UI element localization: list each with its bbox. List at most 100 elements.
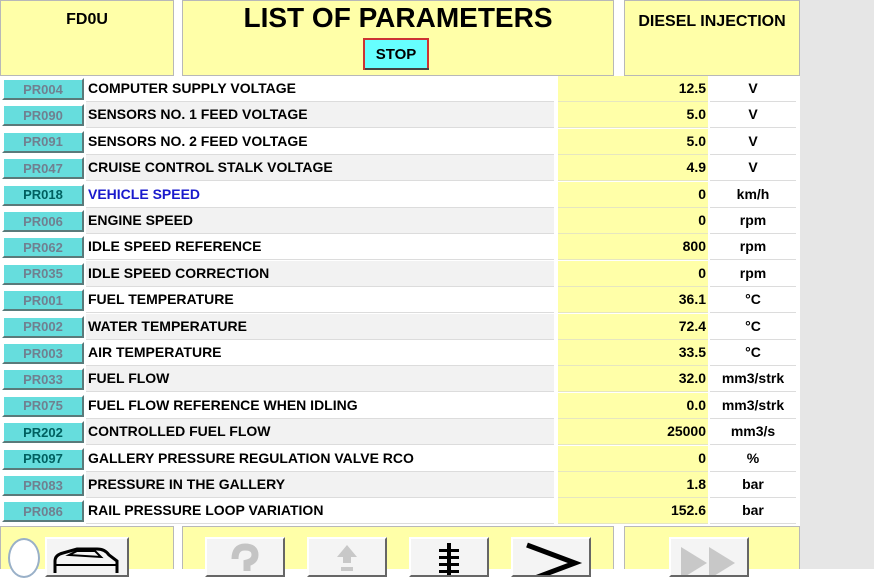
parameter-code-button[interactable]: PR091 — [2, 130, 84, 153]
parameter-label: FUEL FLOW REFERENCE WHEN IDLING — [86, 392, 554, 419]
list-icon — [439, 543, 459, 575]
page-title: LIST OF PARAMETERS — [243, 2, 553, 33]
parameter-label: IDLE SPEED REFERENCE — [86, 234, 554, 261]
vehicle-button[interactable] — [45, 537, 129, 577]
parameter-label: GALLERY PRESSURE REGULATION VALVE RCO — [86, 445, 554, 472]
arrow-up-icon — [337, 545, 357, 571]
parameter-unit: rpm — [710, 208, 796, 234]
parameter-label: SENSORS NO. 1 FEED VOLTAGE — [86, 102, 554, 129]
parameter-code-button[interactable]: PR002 — [2, 315, 84, 338]
scroll-up-button[interactable] — [307, 537, 387, 577]
parameter-list-button[interactable] — [409, 537, 489, 577]
parameter-code-button[interactable]: PR086 — [2, 500, 84, 523]
parameter-value: 25000 — [558, 419, 708, 446]
ecu-code-panel: FD0U — [0, 0, 174, 76]
parameter-unit: % — [710, 445, 796, 472]
parameter-code-button[interactable]: PR035 — [2, 262, 84, 285]
parameter-row: PR075 FUEL FLOW REFERENCE WHEN IDLING 0.0 m… — [0, 392, 800, 419]
parameter-code-button[interactable]: PR033 — [2, 368, 84, 391]
parameter-label: PRESSURE IN THE GALLERY — [86, 472, 554, 498]
parameter-value: 4.9 — [558, 155, 708, 182]
parameter-value: 800 — [558, 234, 708, 261]
parameter-label: RAIL PRESSURE LOOP VARIATION — [86, 498, 554, 525]
parameter-label: FUEL FLOW — [86, 366, 554, 393]
parameter-code-button[interactable]: PR062 — [2, 236, 84, 259]
parameter-unit: km/h — [710, 181, 796, 208]
footer-right-panel — [624, 526, 800, 577]
stop-button[interactable]: STOP — [363, 38, 429, 70]
next-button[interactable] — [511, 537, 591, 577]
parameter-value: 32.0 — [558, 366, 708, 393]
parameter-code-button[interactable]: PR097 — [2, 447, 84, 470]
next-icon — [526, 542, 583, 575]
parameter-row: PR018 VEHICLE SPEED 0 km/h — [0, 181, 800, 208]
parameter-row: PR090 SENSORS NO. 1 FEED VOLTAGE 5.0 V — [0, 102, 800, 129]
parameter-value: 5.0 — [558, 128, 708, 155]
parameter-code-button[interactable]: PR018 — [2, 183, 84, 206]
parameter-label: CRUISE CONTROL STALK VOLTAGE — [86, 155, 554, 182]
parameter-value: 0.0 — [558, 392, 708, 419]
parameter-row: PR033 FUEL FLOW 32.0 mm3/strk — [0, 366, 800, 393]
parameter-unit: V — [710, 155, 796, 182]
parameter-code-button[interactable]: PR083 — [2, 474, 84, 496]
parameter-row: PR202 CONTROLLED FUEL FLOW 25000 mm3/s — [0, 419, 800, 446]
fast-forward-icon — [681, 547, 735, 575]
parameter-value: 5.0 — [558, 102, 708, 129]
parameter-value: 36.1 — [558, 287, 708, 314]
parameter-label: COMPUTER SUPPLY VOLTAGE — [86, 76, 554, 102]
parameter-unit: mm3/strk — [710, 366, 796, 393]
help-icon — [231, 543, 259, 571]
parameter-unit: V — [710, 128, 796, 155]
parameter-value: 12.5 — [558, 76, 708, 102]
parameter-row: PR035 IDLE SPEED CORRECTION 0 rpm — [0, 260, 800, 287]
parameter-label: WATER TEMPERATURE — [86, 313, 554, 340]
parameter-row: PR083 PRESSURE IN THE GALLERY 1.8 bar — [0, 472, 800, 498]
parameter-row: PR047 CRUISE CONTROL STALK VOLTAGE 4.9 V — [0, 155, 800, 182]
parameter-code-button[interactable]: PR047 — [2, 157, 84, 180]
parameter-unit: V — [710, 76, 796, 102]
parameter-label: ENGINE SPEED — [86, 208, 554, 234]
system-panel: DIESEL INJECTION — [624, 0, 800, 76]
parameter-code-button[interactable]: PR006 — [2, 210, 84, 232]
parameter-label: VEHICLE SPEED — [86, 181, 554, 208]
parameter-label: CONTROLLED FUEL FLOW — [86, 419, 554, 446]
parameter-row: PR086 RAIL PRESSURE LOOP VARIATION 152.6 ba… — [0, 498, 800, 525]
parameter-label: AIR TEMPERATURE — [86, 340, 554, 366]
parameter-row: PR003 AIR TEMPERATURE 33.5 °C — [0, 340, 800, 366]
parameter-unit: °C — [710, 313, 796, 340]
parameter-unit: rpm — [710, 234, 796, 261]
parameter-unit: mm3/s — [710, 419, 796, 446]
help-button[interactable] — [205, 537, 285, 577]
parameter-row: PR004 COMPUTER SUPPLY VOLTAGE 12.5 V — [0, 76, 800, 102]
parameter-unit: V — [710, 102, 796, 129]
parameter-unit: bar — [710, 498, 796, 525]
parameter-value: 72.4 — [558, 313, 708, 340]
right-background-strip — [800, 0, 874, 569]
parameter-row: PR002 WATER TEMPERATURE 72.4 °C — [0, 313, 800, 340]
parameter-unit: °C — [710, 340, 796, 366]
status-indicator — [8, 538, 40, 578]
vehicle-icon — [53, 547, 119, 573]
parameter-row: PR097 GALLERY PRESSURE REGULATION VALVE R… — [0, 445, 800, 472]
parameter-code-button[interactable]: PR202 — [2, 421, 84, 444]
system-name: DIESEL INJECTION — [638, 13, 786, 30]
parameter-unit: °C — [710, 287, 796, 314]
parameter-code-button[interactable]: PR001 — [2, 289, 84, 312]
parameter-label: IDLE SPEED CORRECTION — [86, 260, 554, 287]
parameter-code-button[interactable]: PR090 — [2, 104, 84, 127]
parameter-code-button[interactable]: PR004 — [2, 78, 84, 100]
parameter-value: 0 — [558, 208, 708, 234]
parameter-row: PR091 SENSORS NO. 2 FEED VOLTAGE 5.0 V — [0, 128, 800, 155]
parameter-code-button[interactable]: PR003 — [2, 342, 84, 364]
fast-forward-button[interactable] — [669, 537, 749, 577]
footer-toolbar — [182, 526, 614, 577]
title-panel: LIST OF PARAMETERS STOP — [182, 0, 614, 76]
parameter-unit: rpm — [710, 260, 796, 287]
ecu-code: FD0U — [66, 11, 108, 28]
parameter-row: PR006 ENGINE SPEED 0 rpm — [0, 208, 800, 234]
parameter-row: PR001 FUEL TEMPERATURE 36.1 °C — [0, 287, 800, 314]
parameter-value: 33.5 — [558, 340, 708, 366]
parameter-code-button[interactable]: PR075 — [2, 394, 84, 417]
parameter-row: PR062 IDLE SPEED REFERENCE 800 rpm — [0, 234, 800, 261]
parameter-label: FUEL TEMPERATURE — [86, 287, 554, 314]
